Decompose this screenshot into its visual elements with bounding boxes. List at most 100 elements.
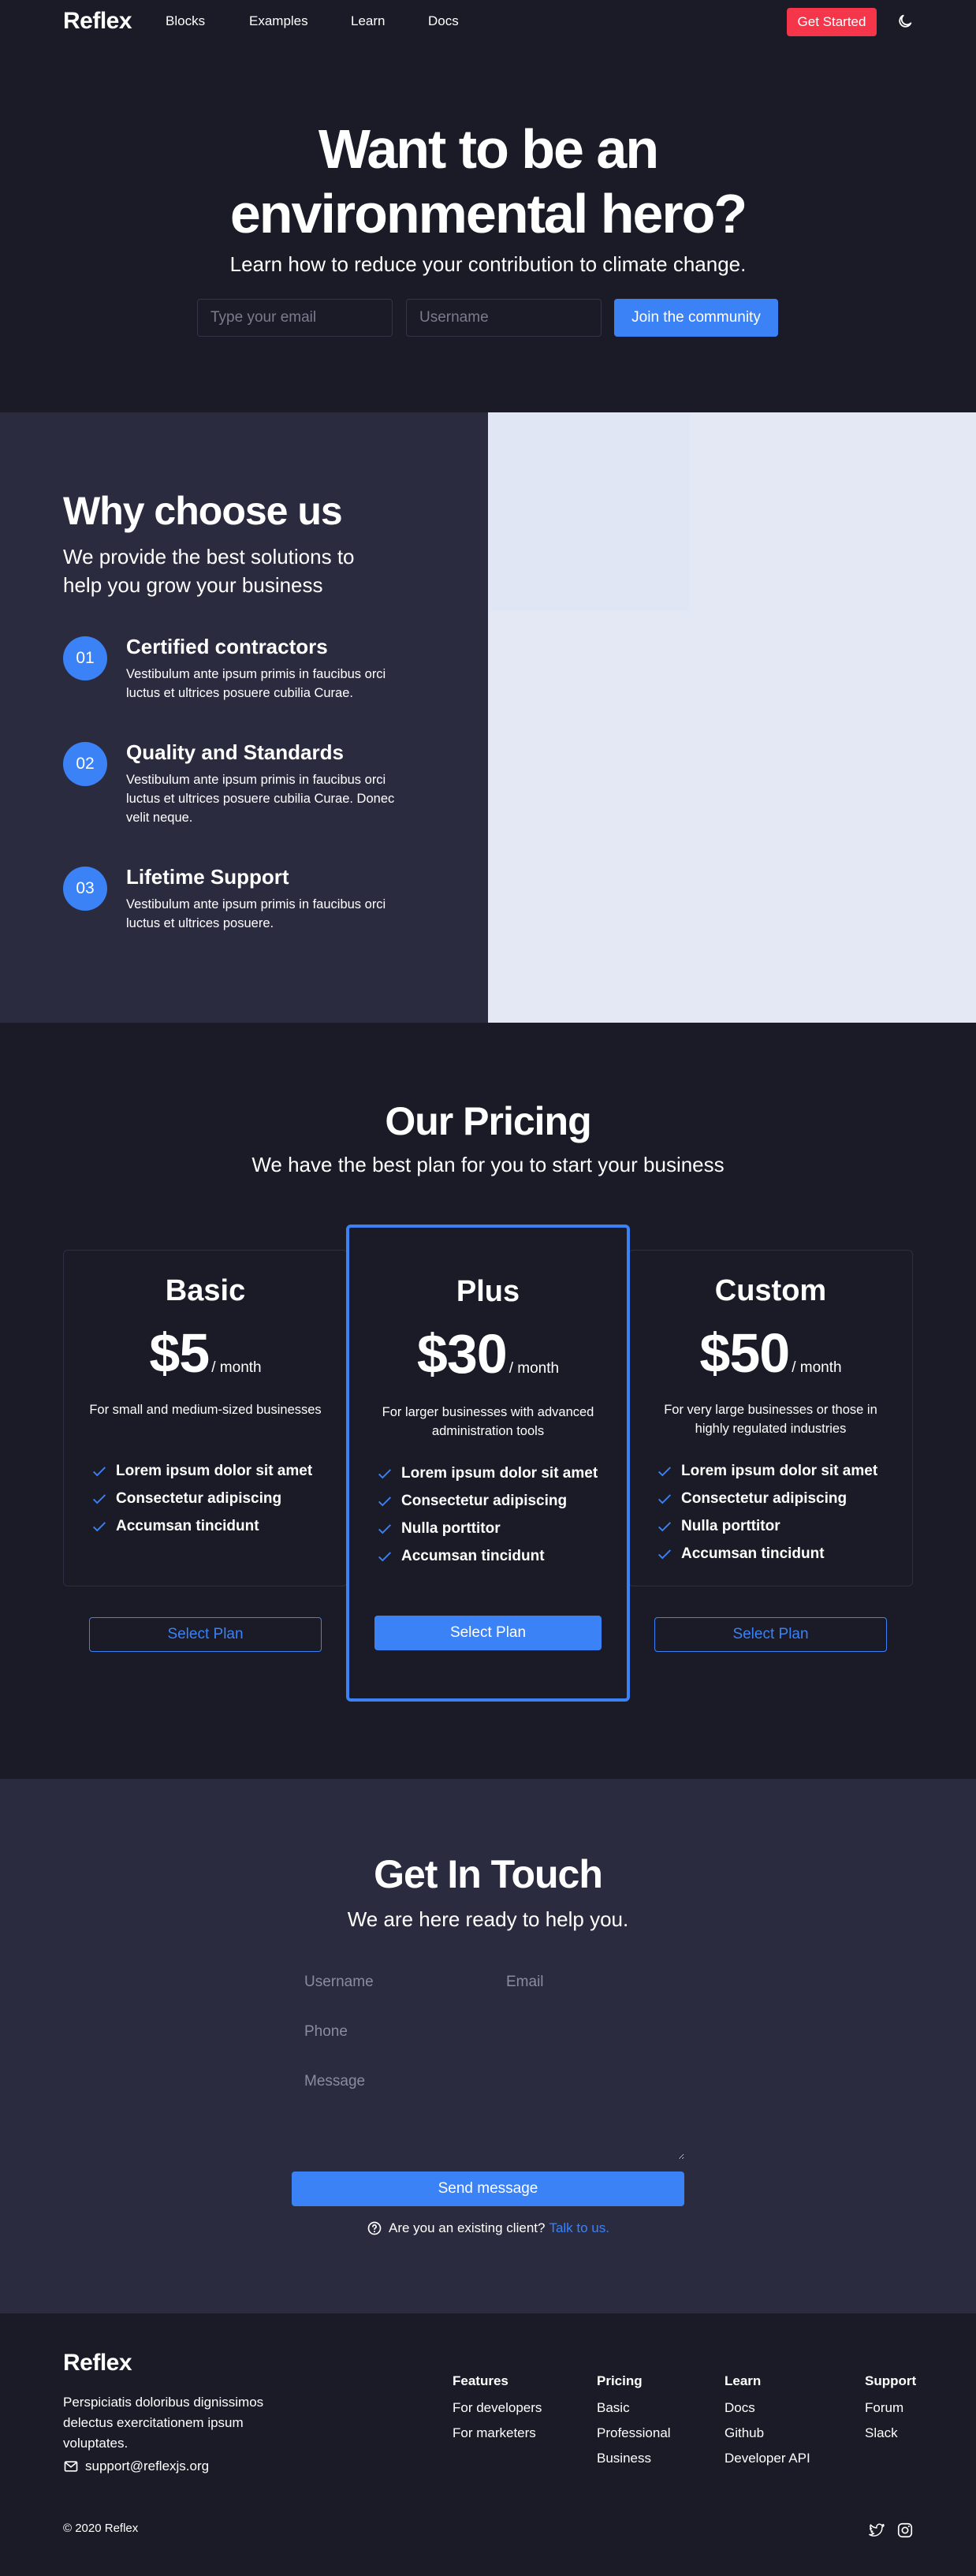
plan-feature-text: Lorem ipsum dolor sit amet [681,1462,878,1479]
hint-text: Are you an existing client? [389,2220,546,2235]
feature-description: Vestibulum ante ipsum primis in faucibus… [126,773,395,825]
check-icon [93,1466,106,1476]
join-community-button[interactable]: Join the community [614,299,778,337]
plan-period: / month [508,1360,560,1377]
hero-section: Want to be an environmental hero? Learn … [0,44,976,412]
footer-column-learn: Learn Docs Github Developer API [725,2373,810,2466]
plan-feature-item: Nulla porttitor [376,1515,598,1542]
plan-feature-list: Lorem ipsum dolor sit amet Consectetur a… [376,1459,598,1570]
select-plan-button[interactable]: Select Plan [89,1617,322,1652]
footer-link[interactable]: Professional [597,2425,671,2441]
plan-name: Basic [165,1274,246,1307]
plan-feature-item: Accumsan tincidunt [656,1540,877,1568]
plan-period: / month [211,1359,262,1376]
hero-title-line-2: environmental hero? [229,183,747,244]
plan-price-row: $5 / month [64,1322,347,1385]
plan-price-row: $50 / month [629,1322,912,1385]
footer-link[interactable]: Slack [865,2425,916,2441]
footer-link[interactable]: Developer API [725,2451,810,2466]
footer-column-heading: Features [453,2373,508,2388]
check-icon [378,1551,391,1561]
footer-link[interactable]: Basic [597,2400,671,2416]
plan-feature-item: Consectetur adipiscing [91,1485,312,1512]
footer-link[interactable]: Docs [725,2400,810,2416]
plan-feature-item: Nulla porttitor [656,1512,877,1540]
twitter-icon[interactable] [868,2522,885,2539]
instagram-icon[interactable] [896,2522,914,2539]
image-panel [488,412,690,611]
pricing-subtitle: We have the best plan for you to start y… [251,1153,725,1176]
feature-number-badge: 02 [63,742,107,786]
nav-link-blocks[interactable]: Blocks [166,13,205,29]
nav-logo[interactable]: Reflex [63,8,132,35]
footer-link[interactable]: Business [597,2451,671,2466]
footer-description: Perspiciatis doloribus dignissimos delec… [63,2395,264,2451]
plan-description: For small and medium-sized businesses [89,1403,322,1417]
plan-description: For larger businesses with advanced admi… [382,1405,594,1438]
plan-feature-list: Lorem ipsum dolor sit amet Consectetur a… [91,1457,312,1540]
contact-email-input[interactable] [506,1968,684,1996]
footer-email: support@reflexjs.org [63,2459,209,2474]
plan-feature-text: Consectetur adipiscing [681,1489,847,1507]
nav-link-learn[interactable]: Learn [351,13,385,29]
plan-feature-item: Lorem ipsum dolor sit amet [376,1459,598,1487]
footer-column-pricing: Pricing Basic Professional Business [597,2373,671,2466]
plan-feature-text: Consectetur adipiscing [401,1492,568,1509]
nav-link-examples[interactable]: Examples [249,13,308,29]
feature-description: Vestibulum ante ipsum primis in faucibus… [126,897,386,930]
check-icon [658,1493,671,1504]
plan-feature-list: Lorem ipsum dolor sit amet Consectetur a… [656,1457,877,1568]
talk-to-us-link[interactable]: Talk to us. [549,2220,609,2236]
plan-feature-text: Lorem ipsum dolor sit amet [401,1464,598,1482]
nav-link-docs[interactable]: Docs [428,13,459,29]
why-subtitle: We provide the best solutions to help yo… [63,545,355,597]
select-plan-button[interactable]: Select Plan [374,1616,602,1650]
top-navbar: Reflex Blocks Examples Learn Docs Get St… [0,0,976,44]
footer-link[interactable]: For marketers [453,2425,542,2441]
plan-price: $30 [416,1323,508,1385]
plan-feature-item: Accumsan tincidunt [91,1512,312,1540]
moon-icon[interactable] [896,13,914,30]
feature-title: Certified contractors [126,635,328,658]
email-input[interactable] [197,299,393,337]
plan-description: For very large businesses or those in hi… [664,1403,877,1436]
footer-logo[interactable]: Reflex [63,2350,132,2377]
footer-link[interactable]: For developers [453,2400,542,2416]
select-plan-button[interactable]: Select Plan [654,1617,887,1652]
check-icon [658,1466,671,1476]
check-icon [658,1549,671,1559]
feature-title: Quality and Standards [126,740,344,764]
feature-number-badge: 01 [63,636,107,680]
plan-feature-text: Accumsan tincidunt [116,1517,259,1534]
existing-client-hint: Are you an existing client? Talk to us. [0,2220,976,2236]
plan-period: / month [792,1359,842,1376]
footer-email-link[interactable]: support@reflexjs.org [85,2459,209,2474]
pricing-card-plus: Plus $30 / month For larger businesses w… [346,1225,630,1702]
feature-title: Lifetime Support [126,865,289,889]
get-started-button[interactable]: Get Started [787,8,877,36]
question-circle-icon [367,2221,382,2235]
contact-phone-input[interactable] [304,2018,684,2046]
feature-number-badge: 03 [63,867,107,911]
check-icon [93,1493,106,1504]
footer-column-heading: Pricing [597,2373,643,2388]
hero-title-line-1: Want to be an [318,118,659,180]
plan-price: $50 [699,1322,790,1384]
hero-title: Want to be an environmental hero? [0,117,976,246]
send-message-button[interactable]: Send message [292,2172,684,2206]
contact-title: Get In Touch [374,1852,603,1896]
feature-description: Vestibulum ante ipsum primis in faucibus… [126,667,386,700]
username-input[interactable] [406,299,602,337]
plan-feature-item: Lorem ipsum dolor sit amet [656,1457,877,1485]
contact-message-textarea[interactable] [304,2073,684,2160]
hero-subtitle: Learn how to reduce your contribution to… [229,252,747,276]
mail-icon [64,2461,78,2472]
contact-username-input[interactable] [304,1968,494,1996]
footer-link[interactable]: Forum [865,2400,916,2416]
why-choose-us-section: Why choose us We provide the best soluti… [0,412,488,1023]
plan-feature-item: Lorem ipsum dolor sit amet [91,1457,312,1485]
pricing-section: Our Pricing We have the best plan for yo… [0,1023,976,1779]
footer-link[interactable]: Github [725,2425,810,2441]
why-title: Why choose us [63,489,343,533]
plan-price-row: $30 / month [349,1322,627,1385]
